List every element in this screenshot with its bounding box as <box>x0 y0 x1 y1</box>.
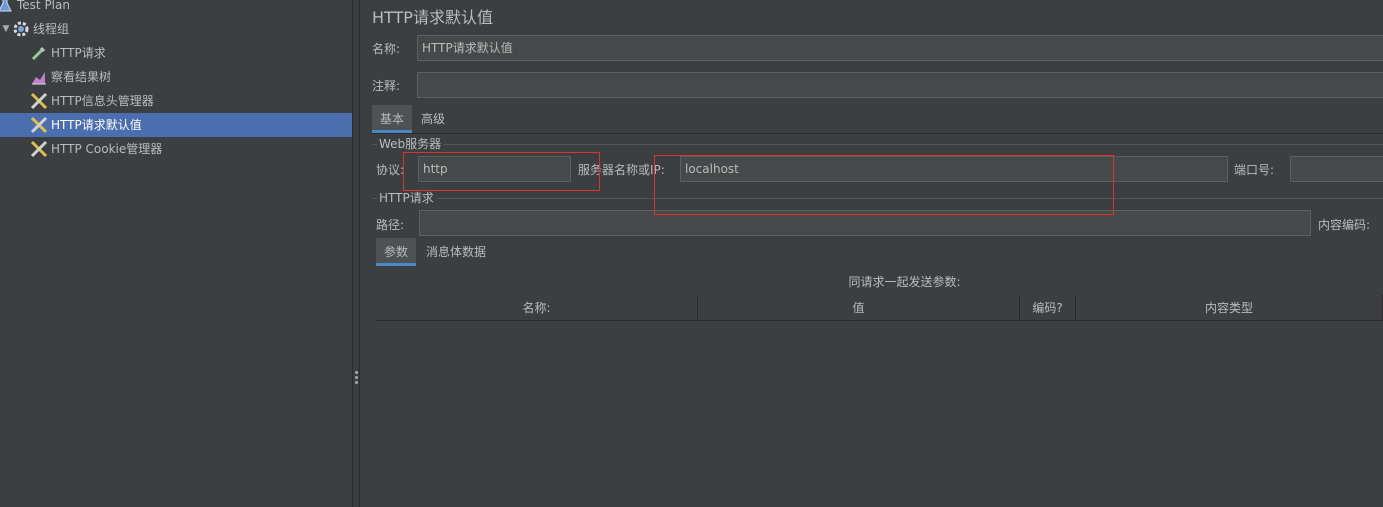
test-plan-tree: Test Plan ▼ 线程组 HTTP请求 察看结果树 HTTP信息头管理器 … <box>0 0 352 507</box>
tree-item-cookie-manager[interactable]: HTTP Cookie管理器 <box>30 138 162 160</box>
tree-item-label: HTTP Cookie管理器 <box>51 142 163 156</box>
tools-icon <box>30 92 48 110</box>
column-header-content-type[interactable]: 内容类型 <box>1076 295 1383 321</box>
highlight-box-server <box>654 155 1114 215</box>
column-header-encode[interactable]: 编码? <box>1020 295 1076 321</box>
tab-body-data[interactable]: 消息体数据 <box>418 238 494 266</box>
column-header-value[interactable]: 值 <box>698 295 1020 321</box>
config-panel: HTTP请求默认值 名称: HTTP请求默认值 注释: 基本 高级 Web服务器… <box>361 0 1383 507</box>
tree-item-view-results-tree[interactable]: 察看结果树 <box>30 66 111 88</box>
protocol-label: 协议: <box>376 163 405 177</box>
params-caption: 同请求一起发送参数: <box>848 275 961 289</box>
tree-item-label: HTTP信息头管理器 <box>51 94 154 108</box>
chart-icon <box>30 68 48 86</box>
tree-item-label: 线程组 <box>33 22 70 36</box>
drag-handle-icon[interactable] <box>355 371 358 386</box>
group-border <box>443 144 1383 145</box>
tree-item-label: HTTP请求 <box>51 46 106 60</box>
pipette-icon <box>30 44 48 62</box>
test-plan-icon <box>0 0 14 14</box>
comment-label: 注释: <box>372 79 401 93</box>
page-title: HTTP请求默认值 <box>372 8 493 27</box>
group-border <box>372 198 377 199</box>
tree-item-label: 察看结果树 <box>51 70 112 84</box>
highlight-box-protocol <box>403 152 600 191</box>
split-pane-divider[interactable] <box>352 0 360 507</box>
tab-basic[interactable]: 基本 <box>372 105 413 133</box>
tools-icon <box>30 140 48 158</box>
name-field[interactable]: HTTP请求默认值 <box>417 35 1383 61</box>
port-label: 端口号: <box>1234 163 1275 177</box>
tree-item-http-request[interactable]: HTTP请求 <box>30 42 106 64</box>
tree-item-http-defaults[interactable]: HTTP请求默认值 <box>0 113 352 137</box>
column-header-name[interactable]: 名称: <box>376 295 698 321</box>
gear-icon <box>12 20 30 38</box>
tree-item-label: Test Plan <box>17 0 70 12</box>
name-label: 名称: <box>372 42 401 56</box>
tab-advanced[interactable]: 高级 <box>413 105 453 133</box>
content-encoding-label: 内容编码: <box>1318 218 1371 232</box>
chevron-down-icon[interactable]: ▼ <box>0 18 12 40</box>
tree-item-label: HTTP请求默认值 <box>51 118 142 132</box>
group-border <box>372 144 377 145</box>
port-field[interactable] <box>1290 156 1383 182</box>
comment-field[interactable] <box>417 72 1383 98</box>
tab-parameters[interactable]: 参数 <box>376 238 417 266</box>
tools-icon <box>30 116 48 134</box>
http-request-group-title: HTTP请求 <box>379 191 434 205</box>
tab-divider <box>372 133 1383 134</box>
web-server-group-title: Web服务器 <box>379 137 442 151</box>
path-label: 路径: <box>376 218 405 232</box>
tree-item-header-manager[interactable]: HTTP信息头管理器 <box>30 90 154 112</box>
tree-item-thread-group[interactable]: ▼ 线程组 <box>0 18 69 40</box>
tree-item-test-plan[interactable]: Test Plan <box>0 0 70 16</box>
